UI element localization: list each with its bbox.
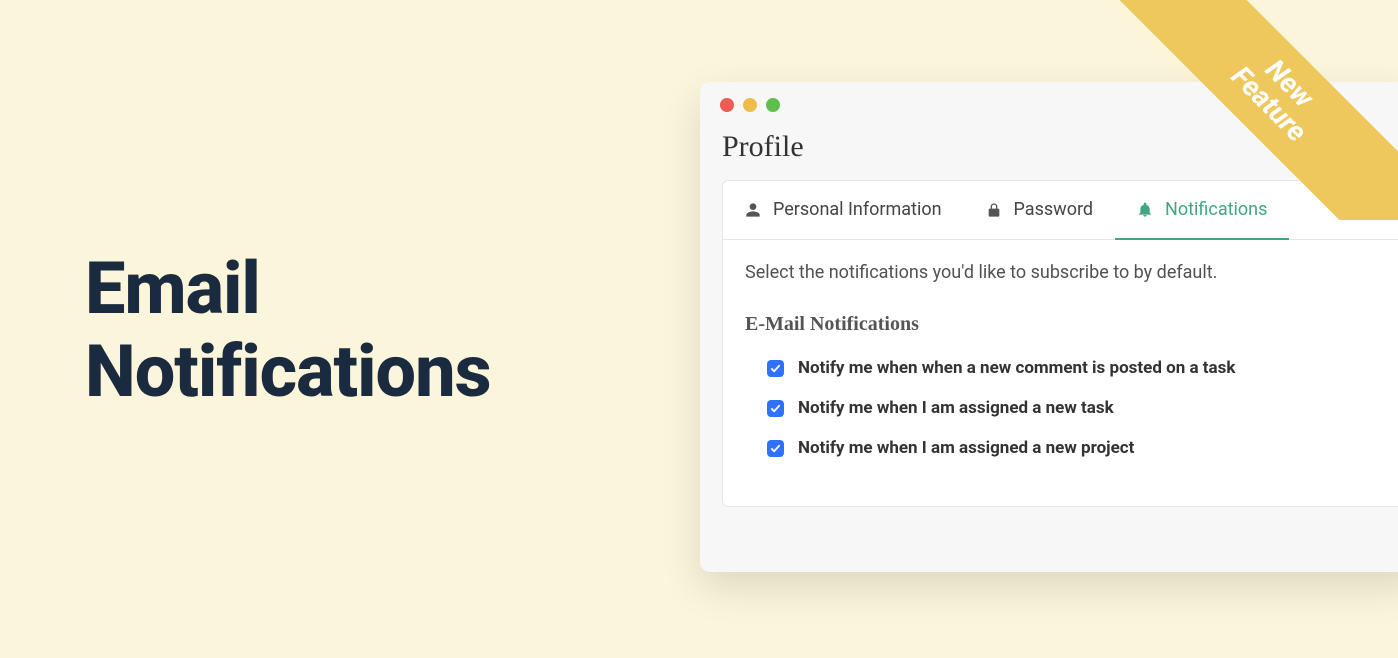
window-minimize-button[interactable] <box>743 98 757 112</box>
hero-title-line1: Email <box>85 246 260 331</box>
profile-window: Profile Personal Information Password <box>700 82 1398 572</box>
settings-panel: Personal Information Password Notificati… <box>722 180 1398 507</box>
checkbox[interactable] <box>767 400 784 417</box>
page-title: Profile <box>700 112 1398 180</box>
section-heading: E-Mail Notifications <box>745 313 1392 336</box>
option-assigned-project[interactable]: Notify me when I am assigned a new proje… <box>767 438 1392 458</box>
lock-icon <box>986 202 1002 218</box>
tab-label: Notifications <box>1165 199 1267 220</box>
window-zoom-button[interactable] <box>766 98 780 112</box>
option-label: Notify me when when a new comment is pos… <box>798 358 1235 378</box>
bell-icon <box>1137 202 1153 218</box>
user-icon <box>745 202 761 218</box>
panel-body: Select the notifications you'd like to s… <box>723 240 1398 506</box>
window-close-button[interactable] <box>720 98 734 112</box>
hero-title: Email Notifications <box>85 248 491 414</box>
option-label: Notify me when I am assigned a new proje… <box>798 438 1134 458</box>
tab-password[interactable]: Password <box>964 181 1116 240</box>
tab-notifications[interactable]: Notifications <box>1115 181 1289 240</box>
option-new-comment[interactable]: Notify me when when a new comment is pos… <box>767 358 1392 378</box>
notification-description: Select the notifications you'd like to s… <box>745 262 1392 283</box>
option-assigned-task[interactable]: Notify me when I am assigned a new task <box>767 398 1392 418</box>
tab-label: Personal Information <box>773 199 942 220</box>
tabs: Personal Information Password Notificati… <box>723 181 1398 240</box>
option-label: Notify me when I am assigned a new task <box>798 398 1114 418</box>
tab-label: Password <box>1014 199 1094 220</box>
tab-personal-information[interactable]: Personal Information <box>723 181 964 240</box>
window-traffic-lights <box>700 82 1398 112</box>
checkbox[interactable] <box>767 360 784 377</box>
notification-options: Notify me when when a new comment is pos… <box>745 358 1392 458</box>
hero-title-line2: Notifications <box>85 329 491 414</box>
checkbox[interactable] <box>767 440 784 457</box>
